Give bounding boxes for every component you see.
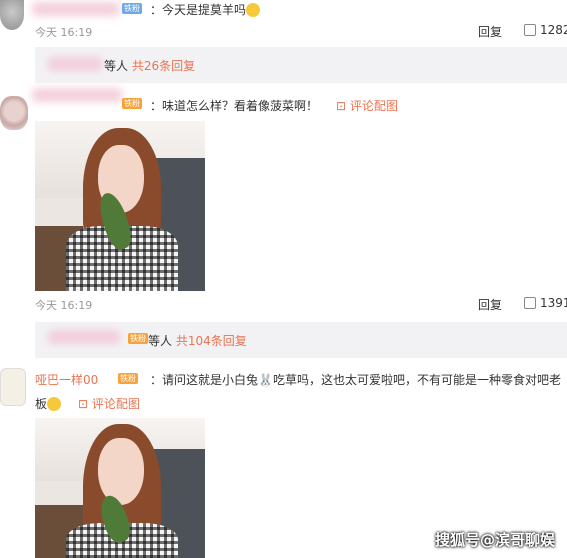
comment-text: ：味道怎么样？看着像菠菜啊！ [150, 99, 319, 113]
thread-summary[interactable]: 等人 共104条回复 [148, 332, 247, 349]
smile-emoji-icon [47, 397, 62, 411]
comment-image-link[interactable]: ⊡ 评论配图 [78, 395, 140, 412]
comment-text: ：请问这就是小白兔🐰吃草吗，这也太可爱啦吧，不有可能是一种零食对吧老 [150, 373, 561, 387]
fan-badge: 铁粉 [122, 98, 142, 109]
like-button[interactable]: 1391 [524, 296, 567, 310]
comment-text-continued: 板 [35, 395, 62, 412]
blurred-username[interactable] [48, 57, 102, 71]
blurred-username[interactable] [32, 88, 122, 102]
username-link[interactable]: 哑巴一样00 [35, 371, 98, 388]
thread-summary[interactable]: 等人 共26条回复 [104, 57, 195, 74]
avatar[interactable] [0, 368, 26, 406]
blurred-username[interactable] [32, 2, 120, 16]
fan-badge: 铁粉 [118, 373, 138, 384]
thumbs-up-icon [524, 24, 536, 36]
reply-button[interactable]: 回复 [478, 296, 502, 313]
reply-button[interactable]: 回复 [478, 23, 502, 40]
rabbit-emoji-icon: 🐰 [258, 373, 273, 387]
comment-text: ：今天是提莫羊吗 [150, 1, 261, 18]
comment-image-link[interactable]: ⊡ 评论配图 [336, 97, 398, 114]
image-icon: ⊡ [336, 99, 347, 113]
comment-time: 今天 16:19 [35, 299, 93, 312]
fan-badge: 铁粉 [122, 3, 142, 14]
comment-photo[interactable] [35, 418, 205, 558]
image-icon: ⊡ [78, 397, 89, 411]
watermark: 搜狐号@滨哥聊娱 [434, 531, 555, 549]
comment-photo[interactable] [35, 121, 205, 291]
like-button[interactable]: 1282 [524, 23, 567, 37]
thumbs-up-icon [524, 297, 536, 309]
fan-badge: 铁粉 [128, 333, 148, 344]
avatar[interactable] [0, 96, 28, 130]
avatar[interactable] [0, 0, 24, 30]
blurred-username[interactable] [48, 330, 120, 344]
smile-emoji-icon [246, 3, 261, 17]
comment-time: 今天 16:19 [35, 26, 93, 39]
